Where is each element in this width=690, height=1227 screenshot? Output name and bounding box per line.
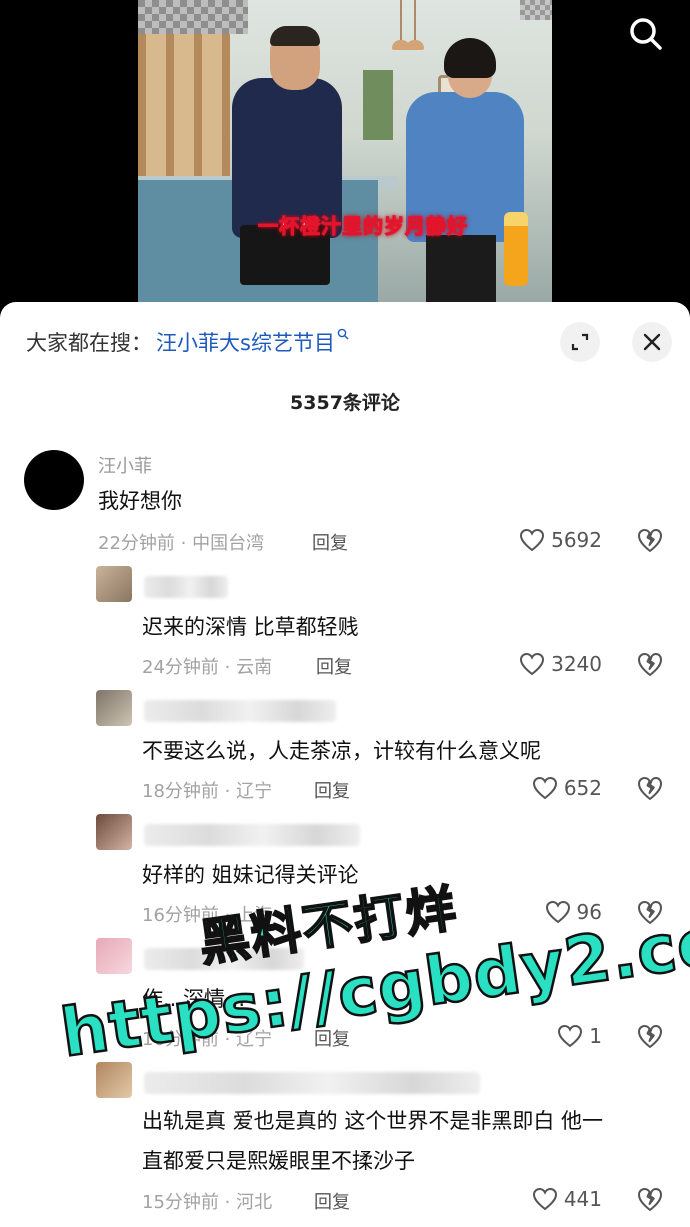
dislike-button[interactable] <box>636 1022 664 1050</box>
dislike-button[interactable] <box>636 1185 664 1213</box>
mosaic-blur <box>520 0 552 20</box>
heart-icon <box>520 652 545 676</box>
avatar[interactable] <box>96 690 132 726</box>
comment-meta: 18分钟前 · 辽宁 <box>142 781 273 802</box>
search-icon <box>630 18 662 50</box>
comment-item: 出轨是真 爱也是真的 这个世界不是非黑即白 他一 直都爱只是熙媛眼里不揉沙子 1… <box>0 1062 690 1227</box>
heart-icon <box>532 776 557 800</box>
trending-search[interactable]: 大家都在搜： 汪小菲大s综艺节目 <box>26 326 349 358</box>
blurred-username <box>144 576 228 598</box>
broken-heart-icon <box>638 653 662 676</box>
person-man <box>230 20 342 302</box>
like-button[interactable]: 5692 <box>508 525 602 555</box>
dislike-button[interactable] <box>636 650 664 678</box>
window <box>363 70 393 140</box>
juice-bottle <box>504 212 528 286</box>
reply-button[interactable]: 回复 <box>312 529 348 555</box>
comment-meta: 15分钟前 · 河北 <box>142 1192 273 1213</box>
like-count: 441 <box>563 1187 602 1211</box>
comment-meta: 24分钟前 · 云南 <box>142 657 273 678</box>
blurred-username <box>144 824 360 846</box>
like-button[interactable]: 1 <box>540 1021 602 1051</box>
dislike-button[interactable] <box>636 774 664 802</box>
video-player[interactable]: 一杯橙汁里的岁月静好 <box>0 0 690 320</box>
broken-heart-icon <box>638 1025 662 1048</box>
pendant-lamp <box>392 0 410 50</box>
expand-button[interactable] <box>560 322 600 362</box>
comment-text-line1: 出轨是真 爱也是真的 这个世界不是非黑即白 他一 <box>142 1109 604 1133</box>
avatar[interactable] <box>96 814 132 850</box>
trending-search-prefix: 大家都在搜： <box>26 331 152 355</box>
broken-heart-icon <box>638 529 662 552</box>
blurred-username <box>144 700 336 722</box>
avatar[interactable] <box>96 566 132 602</box>
wood-wall <box>138 30 230 190</box>
like-count: 652 <box>563 776 602 800</box>
mosaic-blur <box>138 0 248 34</box>
close-button[interactable] <box>632 322 672 362</box>
comment-text: 我好想你 <box>98 489 182 513</box>
heart-icon <box>520 528 545 552</box>
comment-text-line2: 直都爱只是熙媛眼里不揉沙子 <box>142 1149 415 1173</box>
reply-button[interactable]: 回复 <box>316 653 352 679</box>
avatar[interactable] <box>24 450 84 510</box>
comment-sheet: 大家都在搜： 汪小菲大s综艺节目 5357条评论 汪小菲 我好想你 22分钟前 … <box>0 302 690 1227</box>
video-frame: 一杯橙汁里的岁月静好 <box>138 0 552 302</box>
like-button[interactable]: 652 <box>508 773 602 803</box>
search-button[interactable] <box>626 14 666 54</box>
like-count: 3240 <box>551 652 602 676</box>
expand-icon <box>571 333 589 351</box>
comment-count: 5357条评论 <box>290 392 400 414</box>
comment-item: 不要这么说，人走茶凉，计较有什么意义呢 18分钟前 · 辽宁 回复 652 <box>0 690 690 810</box>
trending-search-topic[interactable]: 汪小菲大s综艺节目 <box>156 327 335 357</box>
comment-meta: 22分钟前 · 中国台湾 <box>98 533 265 554</box>
comment-text: 不要这么说，人走茶凉，计较有什么意义呢 <box>142 739 541 763</box>
dislike-button[interactable] <box>636 526 664 554</box>
avatar[interactable] <box>96 1062 132 1098</box>
heart-icon <box>532 1187 557 1211</box>
heart-icon <box>545 900 570 924</box>
heart-icon <box>558 1024 583 1048</box>
video-caption: 一杯橙汁里的岁月静好 <box>258 214 468 239</box>
broken-heart-icon <box>638 1188 662 1211</box>
like-count: 5692 <box>551 528 602 552</box>
comment-item: 迟来的深情 比草都轻贱 24分钟前 · 云南 回复 3240 <box>0 566 690 686</box>
like-button[interactable]: 3240 <box>508 649 602 679</box>
reply-button[interactable]: 回复 <box>314 777 350 803</box>
broken-heart-icon <box>638 777 662 800</box>
comment-item: 汪小菲 我好想你 22分钟前 · 中国台湾 回复 5692 <box>0 450 690 570</box>
comment-text: 迟来的深情 比草都轻贱 <box>142 615 359 639</box>
close-icon <box>643 333 661 351</box>
avatar[interactable] <box>96 938 132 974</box>
comment-username[interactable]: 汪小菲 <box>98 452 152 478</box>
blurred-username <box>144 1072 480 1094</box>
reply-button[interactable]: 回复 <box>314 1188 350 1214</box>
like-count: 1 <box>589 1024 602 1048</box>
small-search-icon <box>337 328 349 344</box>
like-button[interactable]: 441 <box>520 1184 602 1214</box>
